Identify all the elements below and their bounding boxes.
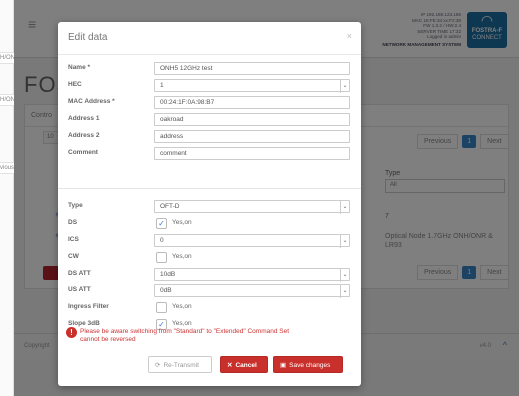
address2-row: Address 2 address bbox=[68, 130, 353, 144]
retransmit-label: Re-Transmit bbox=[163, 362, 199, 369]
comment-label: Comment bbox=[68, 149, 98, 156]
slope-label: Slope 3dB bbox=[68, 320, 100, 327]
cancel-button[interactable]: ✕ Cancel bbox=[220, 356, 268, 373]
hec-row: HEC 1 ⌄ bbox=[68, 79, 353, 93]
ics-label: ICS bbox=[68, 236, 79, 243]
ingress-checkbox-text: Yes,on bbox=[172, 303, 192, 310]
hec-value: 1 bbox=[160, 82, 164, 89]
type-row: Type OFT-D ⌄ bbox=[68, 200, 353, 214]
name-label: Name * bbox=[68, 64, 91, 71]
refresh-icon: ⟳ bbox=[155, 362, 161, 369]
cw-checkbox-text: Yes,on bbox=[172, 253, 192, 260]
save-label: Save changes bbox=[289, 362, 331, 369]
mac-label: MAC Address * bbox=[68, 98, 115, 105]
address1-row: Address 1 oakroad bbox=[68, 113, 353, 127]
ds-att-label: DS ATT bbox=[68, 270, 91, 277]
type-select[interactable]: OFT-D ⌄ bbox=[154, 200, 350, 214]
type-value: OFT-D bbox=[160, 203, 180, 210]
modal-header: Edit data × bbox=[58, 22, 361, 55]
retransmit-button[interactable]: ⟳ Re-Transmit bbox=[148, 356, 212, 373]
ds-checkbox-text: Yes,on bbox=[172, 219, 192, 226]
section-divider bbox=[58, 188, 361, 189]
adjacent-window-strip: H/ON H/ON vious bbox=[0, 0, 14, 396]
mac-row: MAC Address * 00:24:1F:0A:98:B7 bbox=[68, 96, 353, 110]
ds-checkbox[interactable]: ✓ bbox=[156, 218, 167, 229]
ds-att-value: 10dB bbox=[160, 271, 176, 278]
exclamation-icon: ! bbox=[66, 327, 77, 338]
ds-att-row: DS ATT 10dB ⌄ bbox=[68, 268, 353, 282]
ds-row: DS ✓ Yes,on bbox=[68, 217, 353, 231]
save-changes-button[interactable]: ▣ Save changes bbox=[273, 356, 343, 373]
mac-input[interactable]: 00:24:1F:0A:98:B7 bbox=[154, 96, 350, 109]
ics-row: ICS 0 ⌄ bbox=[68, 234, 353, 248]
edit-data-modal: Edit data × Name * ONH5 12GHz test HEC 1… bbox=[58, 22, 361, 386]
close-icon: ✕ bbox=[227, 362, 233, 369]
ics-value: 0 bbox=[160, 237, 164, 244]
chevron-down-icon: ⌄ bbox=[340, 269, 349, 282]
ingress-label: Ingress Filter bbox=[68, 303, 109, 310]
us-att-label: US ATT bbox=[68, 286, 91, 293]
us-att-select[interactable]: 0dB ⌄ bbox=[154, 284, 350, 298]
address2-label: Address 2 bbox=[68, 132, 100, 139]
address1-label: Address 1 bbox=[68, 115, 100, 122]
slope-checkbox-text: Yes,on bbox=[172, 320, 192, 327]
strip-fragment: vious bbox=[0, 162, 14, 174]
hec-label: HEC bbox=[68, 81, 82, 88]
warning-message: ! Please be aware switching from "Standa… bbox=[66, 327, 350, 344]
chevron-down-icon: ⌄ bbox=[340, 285, 349, 298]
cw-checkbox[interactable] bbox=[156, 252, 167, 263]
cw-label: CW bbox=[68, 253, 79, 260]
strip-fragment: H/ON bbox=[0, 94, 14, 106]
type-label: Type bbox=[68, 202, 83, 209]
modal-title: Edit data bbox=[68, 32, 108, 43]
address1-input[interactable]: oakroad bbox=[154, 113, 350, 126]
ics-select[interactable]: 0 ⌄ bbox=[154, 234, 350, 248]
chevron-down-icon: ⌄ bbox=[340, 80, 349, 93]
cancel-label: Cancel bbox=[235, 362, 257, 369]
comment-row: Comment comment bbox=[68, 147, 353, 161]
name-row: Name * ONH5 12GHz test bbox=[68, 62, 353, 76]
warning-line2: cannot be reversed bbox=[80, 336, 136, 343]
hec-select[interactable]: 1 ⌄ bbox=[154, 79, 350, 93]
close-icon[interactable]: × bbox=[347, 31, 352, 41]
chevron-down-icon: ⌄ bbox=[340, 201, 349, 214]
save-icon: ▣ bbox=[280, 362, 287, 369]
name-input[interactable]: ONH5 12GHz test bbox=[154, 62, 350, 75]
strip-fragment: H/ON bbox=[0, 52, 14, 64]
us-att-value: 0dB bbox=[160, 287, 172, 294]
cw-row: CW Yes,on bbox=[68, 251, 353, 265]
comment-input[interactable]: comment bbox=[154, 147, 350, 160]
ingress-filter-checkbox[interactable] bbox=[156, 302, 167, 313]
ds-att-select[interactable]: 10dB ⌄ bbox=[154, 268, 350, 282]
us-att-row: US ATT 0dB ⌄ bbox=[68, 284, 353, 298]
address2-input[interactable]: address bbox=[154, 130, 350, 143]
ds-label: DS bbox=[68, 219, 78, 226]
warning-line1: Please be aware switching from "Standard… bbox=[80, 328, 290, 335]
ingress-row: Ingress Filter Yes,on bbox=[68, 301, 353, 315]
chevron-down-icon: ⌄ bbox=[340, 235, 349, 248]
